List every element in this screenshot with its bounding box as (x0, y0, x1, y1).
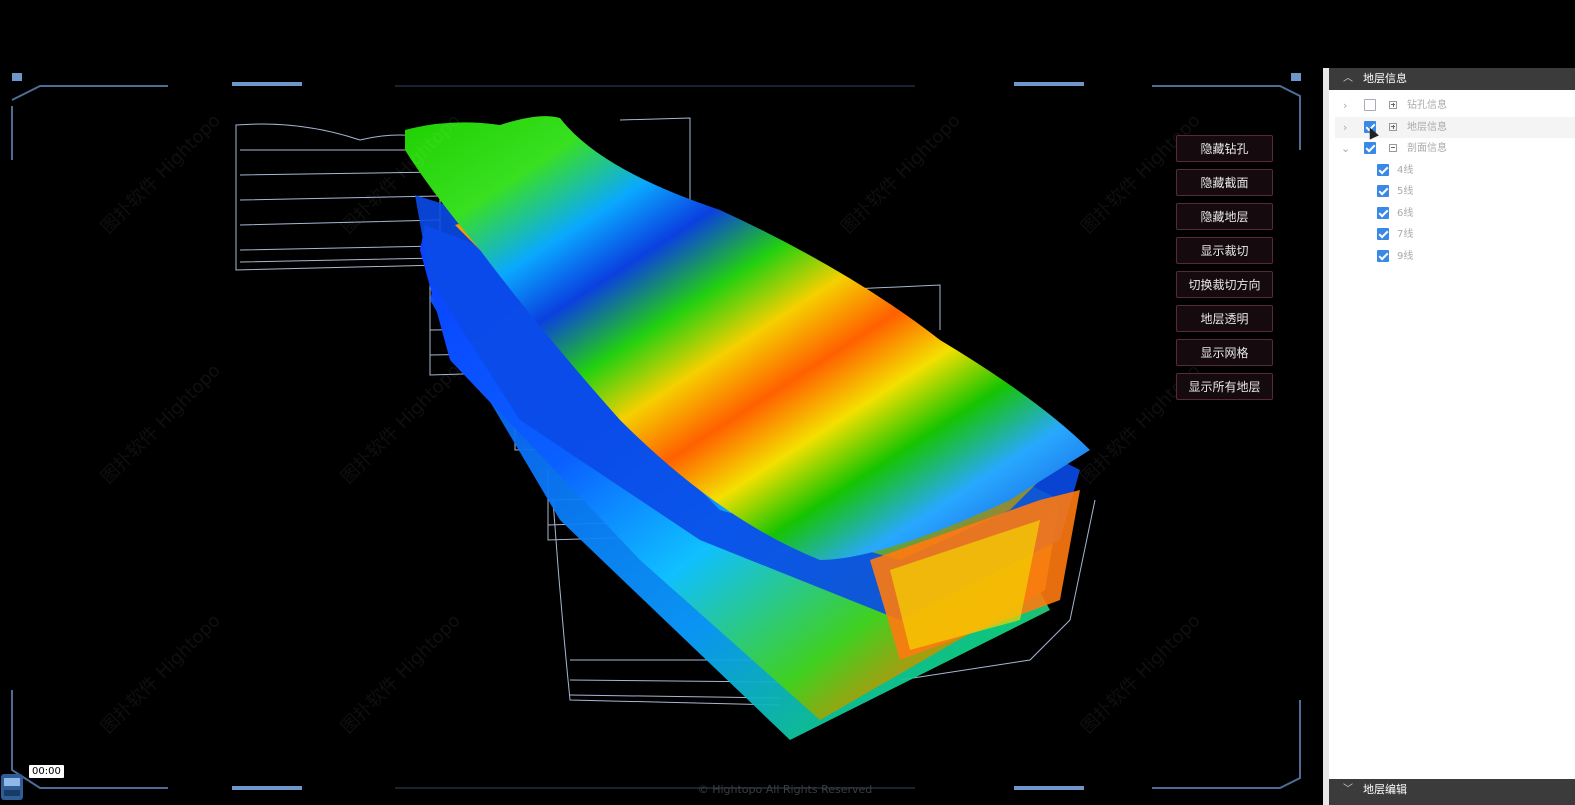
hide-strata-button[interactable]: 隐藏地层 (1176, 203, 1273, 230)
expand-plus-icon[interactable] (1389, 101, 1397, 109)
geology-3d-scene[interactable] (0, 0, 1323, 805)
tree-item-line[interactable]: 4线 (1377, 160, 1567, 181)
player-icon[interactable] (0, 772, 24, 802)
chevron-right-icon[interactable]: › (1343, 117, 1347, 138)
expand-plus-icon[interactable] (1389, 123, 1397, 131)
tree-label: 钻孔信息 (1407, 100, 1447, 111)
chevron-right-icon[interactable]: › (1343, 95, 1347, 116)
chevron-down-icon: ﹀ (1343, 784, 1353, 795)
chevron-up-icon: ︿ (1343, 73, 1353, 84)
tree-item-line[interactable]: 7线 (1377, 224, 1567, 245)
hide-sections-button[interactable]: 隐藏截面 (1176, 169, 1273, 196)
strata-layers[interactable] (405, 116, 1090, 740)
playback-time: 00:00 (29, 765, 64, 778)
tree-label: 4线 (1397, 165, 1414, 176)
tree-item-boreholes[interactable]: › 钻孔信息 (1335, 95, 1575, 116)
tree-label: 地层信息 (1407, 122, 1447, 133)
tree-item-line[interactable]: 9线 (1377, 246, 1567, 267)
3d-viewport[interactable]: 图扑软件 Hightopo 图扑软件 Hightopo 图扑软件 Hightop… (0, 0, 1323, 805)
layer-edit-title: 地层编辑 (1363, 783, 1407, 796)
tree-label: 5线 (1397, 186, 1414, 197)
copyright-text: © Hightopo All Rights Reserved (697, 783, 873, 796)
show-clipping-button[interactable]: 显示裁切 (1176, 237, 1273, 264)
tree-label: 剖面信息 (1407, 143, 1447, 154)
show-all-strata-button[interactable]: 显示所有地层 (1176, 373, 1273, 400)
layer-info-title: 地层信息 (1363, 72, 1407, 85)
tree-item-line[interactable]: 5线 (1377, 181, 1567, 202)
strata-transparent-button[interactable]: 地层透明 (1176, 305, 1273, 332)
toggle-clip-direction-button[interactable]: 切换裁切方向 (1176, 271, 1273, 298)
panel-top-bar (1323, 0, 1575, 68)
layer-edit-header[interactable]: ﹀ 地层编辑 (1329, 779, 1575, 805)
show-grid-button[interactable]: 显示网格 (1176, 339, 1273, 366)
tree-checkbox-line[interactable] (1377, 164, 1389, 176)
tree-label: 9线 (1397, 251, 1414, 262)
tree-checkbox-boreholes[interactable] (1364, 99, 1376, 111)
tree-checkbox-line[interactable] (1377, 185, 1389, 197)
tree-label: 7线 (1397, 229, 1414, 240)
control-button-group: 隐藏钻孔 隐藏截面 隐藏地层 显示裁切 切换裁切方向 地层透明 显示网格 显示所… (1176, 135, 1275, 407)
tree-label: 6线 (1397, 208, 1414, 219)
tree-item-profiles[interactable]: ⌄ 剖面信息 (1335, 138, 1575, 159)
hud-accent (232, 82, 302, 86)
tree-checkbox-line[interactable] (1377, 228, 1389, 240)
tree-checkbox-profiles[interactable] (1364, 142, 1376, 154)
hud-accent (1014, 82, 1084, 86)
tree-item-line[interactable]: 6线 (1377, 203, 1567, 224)
panel-divider[interactable] (1323, 68, 1329, 805)
collapse-minus-icon[interactable] (1389, 144, 1397, 152)
tree-checkbox-line[interactable] (1377, 250, 1389, 262)
layer-info-header[interactable]: ︿ 地层信息 (1329, 68, 1575, 90)
hud-corner-mark (1291, 73, 1301, 81)
layer-panel: ︿ 地层信息 › 钻孔信息 › 地层信息 ⌄ 剖面信息 4线 5线 6线 7线 … (1323, 0, 1575, 805)
chevron-down-icon[interactable]: ⌄ (1341, 138, 1350, 159)
tree-checkbox-line[interactable] (1377, 207, 1389, 219)
hide-boreholes-button[interactable]: 隐藏钻孔 (1176, 135, 1273, 162)
hud-corner-mark (12, 73, 22, 81)
